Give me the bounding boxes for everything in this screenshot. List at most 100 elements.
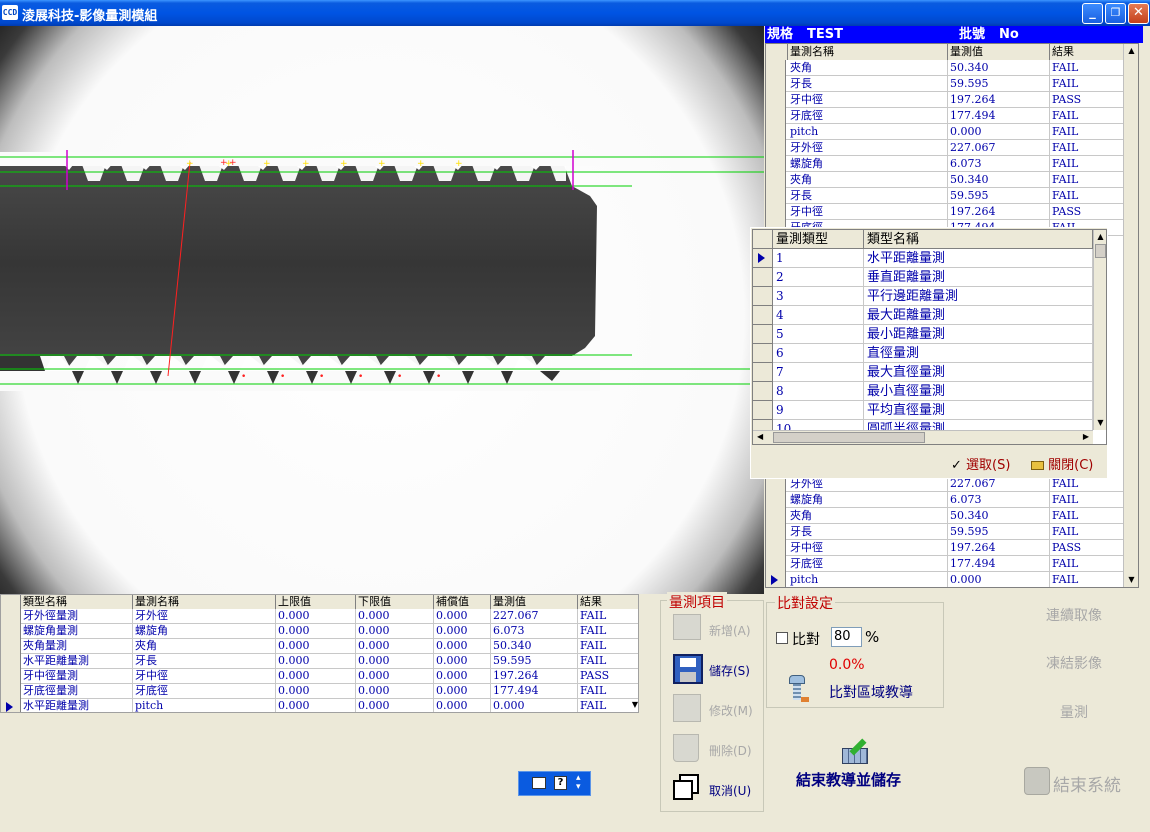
spec-row[interactable]: 夾角 50.340 FAIL <box>766 172 1124 188</box>
scroll-thumb[interactable] <box>1095 244 1106 258</box>
measurement-items-grid[interactable]: 類型名稱 量測名稱 上限值 下限值 補償值 量測值 結果 牙外徑量測 牙外徑 0.0… <box>0 594 639 713</box>
type-grid-hscroll[interactable]: ◀ ▶ <box>753 430 1093 444</box>
spec-row[interactable]: 牙長 59.595 FAIL <box>766 524 1124 540</box>
row-indicator[interactable] <box>766 76 786 92</box>
spec-row[interactable]: 牙底徑177.494FAIL <box>766 108 1124 124</box>
measurement-row[interactable]: 螺旋角量測 螺旋角 0.000 0.000 0.000 6.073 FAIL <box>1 624 638 639</box>
type-row[interactable]: 3 平行邊距離量測 <box>753 287 1093 306</box>
spec-row[interactable]: 牙中徑 197.264 PASS <box>766 204 1124 220</box>
finish-teach-save-button[interactable]: 結束教導並儲存 <box>796 769 901 790</box>
type-row[interactable]: 9 平均直徑量測 <box>753 401 1093 420</box>
row-indicator[interactable] <box>1 609 21 624</box>
compare-percent-input[interactable]: 80 <box>831 627 862 647</box>
save-button[interactable]: 儲存(S) <box>673 654 761 686</box>
spec-row[interactable]: pitch 0.000 FAIL <box>766 572 1124 587</box>
row-indicator[interactable] <box>766 156 786 172</box>
row-indicator[interactable] <box>753 306 773 325</box>
compare-teach-button[interactable]: 比對區域教導 <box>829 682 913 702</box>
measurement-row[interactable]: 牙中徑量測 牙中徑 0.000 0.000 0.000 197.264 PASS <box>1 669 638 684</box>
freeze-image-button[interactable]: 凍結影像 <box>1022 653 1126 673</box>
row-indicator[interactable] <box>1 654 21 669</box>
spec-row[interactable]: 牙中徑 197.264 PASS <box>766 540 1124 556</box>
type-row[interactable]: 8 最小直徑量測 <box>753 382 1093 401</box>
add-button[interactable]: 新增(A) <box>673 614 761 646</box>
row-indicator[interactable] <box>766 188 786 204</box>
row-indicator[interactable] <box>766 140 786 156</box>
spec-grid-scrollbar[interactable]: ▲ ▼ <box>1123 44 1138 587</box>
continuous-capture-button[interactable]: 連續取像 <box>1022 605 1126 625</box>
spec-row[interactable]: 螺旋角 6.073 FAIL <box>766 492 1124 508</box>
row-indicator[interactable] <box>1 684 21 699</box>
scroll-right-icon[interactable]: ▶ <box>1083 432 1089 441</box>
spec-row[interactable]: 夾角 50.340 FAIL <box>766 60 1124 76</box>
type-row[interactable]: 2 垂直距離量測 <box>753 268 1093 287</box>
type-row[interactable]: 7 最大直徑量測 <box>753 363 1093 382</box>
row-indicator[interactable] <box>766 124 786 140</box>
spec-row[interactable]: pitch 0.000 FAIL <box>766 124 1124 140</box>
row-indicator[interactable] <box>753 401 773 420</box>
spin-icon[interactable]: ▴ ▾ <box>576 774 581 792</box>
measure-type-grid[interactable]: 量測類型 類型名稱 1 水平距離量測 2 垂直距離量測 3 平行邊距離量測 4 最大距離量測 5… <box>752 229 1107 445</box>
delete-button[interactable]: 刪除(D) <box>673 734 761 766</box>
row-indicator[interactable] <box>1 624 21 639</box>
camera-view[interactable]: + + + + + + + + + + • • • • • • <box>0 26 764 594</box>
measurement-row[interactable]: 水平距離量測 牙長 0.000 0.000 0.000 59.595 FAIL <box>1 654 638 669</box>
scroll-thumb[interactable] <box>773 432 925 443</box>
row-indicator[interactable] <box>766 508 786 524</box>
row-indicator[interactable] <box>753 363 773 382</box>
measurement-cell[interactable]: 水平距離量測 <box>21 699 133 712</box>
measure-button[interactable]: 量測 <box>1022 702 1126 722</box>
popup-close-button[interactable]: 關閉(C) <box>1031 454 1093 473</box>
minimize-button[interactable]: _ <box>1082 3 1103 24</box>
row-indicator[interactable] <box>766 204 786 220</box>
spec-row[interactable]: 牙底徑177.494FAIL <box>766 556 1124 572</box>
row-indicator[interactable] <box>766 108 786 124</box>
row-indicator[interactable] <box>766 524 786 540</box>
keyboard-icon[interactable] <box>532 777 546 789</box>
spec-row[interactable]: 牙長 59.595 FAIL <box>766 188 1124 204</box>
row-indicator[interactable] <box>753 382 773 401</box>
row-indicator[interactable] <box>766 540 786 556</box>
spec-row[interactable]: 牙外徑 227.067 FAIL <box>766 140 1124 156</box>
measurement-row[interactable]: 牙外徑量測 牙外徑 0.000 0.000 0.000 227.067 FAIL <box>1 609 638 624</box>
compare-checkbox[interactable] <box>776 632 788 644</box>
type-row[interactable]: 4 最大距離量測 <box>753 306 1093 325</box>
row-indicator[interactable] <box>766 172 786 188</box>
row-indicator[interactable] <box>1 639 21 654</box>
exit-system-button[interactable]: 結束系統 <box>1020 767 1130 797</box>
row-indicator[interactable] <box>753 287 773 306</box>
cancel-button[interactable]: 取消(U) <box>673 774 761 806</box>
row-indicator[interactable] <box>1 669 21 684</box>
type-row[interactable]: 5 最小距離量測 <box>753 325 1093 344</box>
scroll-left-icon[interactable]: ◀ <box>757 432 763 441</box>
restore-button[interactable]: ❐ <box>1105 3 1126 24</box>
type-row[interactable]: 1 水平距離量測 <box>753 249 1093 268</box>
spec-row[interactable]: 牙中徑 197.264 PASS <box>766 92 1124 108</box>
row-indicator[interactable] <box>753 268 773 287</box>
row-indicator[interactable] <box>1 699 21 712</box>
spec-row[interactable]: 螺旋角 6.073 FAIL <box>766 156 1124 172</box>
row-indicator[interactable] <box>766 556 786 572</box>
type-row[interactable]: 6 直徑量測 <box>753 344 1093 363</box>
row-indicator[interactable] <box>766 572 786 587</box>
measurement-row[interactable]: 夾角量測 夾角 0.000 0.000 0.000 50.340 FAIL <box>1 639 638 654</box>
type-grid-vscroll[interactable]: ▲ ▼ <box>1093 230 1106 430</box>
row-indicator[interactable] <box>766 492 786 508</box>
help-icon[interactable]: ? <box>554 776 567 790</box>
row-indicator[interactable] <box>766 60 786 76</box>
row-indicator[interactable] <box>753 344 773 363</box>
scroll-up-icon[interactable]: ▲ <box>1094 230 1106 244</box>
row-indicator[interactable] <box>753 325 773 344</box>
row-indicator[interactable] <box>753 249 773 268</box>
row-indicator[interactable] <box>766 92 786 108</box>
measurement-row[interactable]: 牙底徑量測 牙底徑 0.000 0.000 0.000 177.494 FAIL <box>1 684 638 699</box>
scroll-down-icon[interactable]: ▼ <box>1124 573 1138 587</box>
spec-row[interactable]: 牙長 59.595 FAIL <box>766 76 1124 92</box>
close-button[interactable]: ✕ <box>1128 3 1149 24</box>
scroll-down-icon[interactable]: ▼ <box>1094 416 1106 430</box>
measurement-row[interactable]: 水平距離量測 ▼ pitch 0.000 0.000 0.000 0.000 FAIL <box>1 699 638 712</box>
scroll-up-icon[interactable]: ▲ <box>1124 44 1138 58</box>
select-button[interactable]: ✓ 選取(S) <box>951 454 1010 473</box>
edit-button[interactable]: 修改(M) <box>673 694 761 726</box>
spec-row[interactable]: 夾角 50.340 FAIL <box>766 508 1124 524</box>
